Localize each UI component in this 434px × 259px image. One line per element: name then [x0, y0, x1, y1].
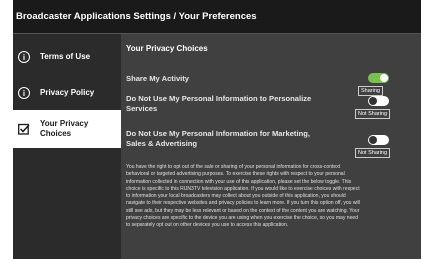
sidebar-item-privacy-policy[interactable]: i Privacy Policy: [13, 74, 121, 112]
share-activity-status: Sharing: [358, 86, 383, 96]
privacy-description: You have the right to opt out of the sal…: [126, 164, 360, 228]
setting-personalize-label: Do Not Use My Personal Information to Pe…: [126, 94, 312, 113]
main-panel: Your Privacy Choices Share My Activity S…: [121, 34, 421, 259]
setting-share-activity-label: Share My Activity: [126, 74, 190, 83]
personalize-services-toggle[interactable]: [368, 96, 389, 106]
sidebar-item-terms-of-use[interactable]: i Terms of Use: [13, 38, 121, 76]
share-activity-toggle[interactable]: [368, 73, 389, 83]
info-icon: i: [18, 87, 30, 99]
marketing-status: Not Sharing: [355, 148, 391, 158]
settings-window: Broadcaster Applications Settings / Your…: [13, 0, 421, 259]
marketing-toggle[interactable]: [368, 135, 389, 145]
info-icon: i: [18, 51, 30, 63]
sidebar: i Terms of Use i Privacy Policy Your Pri…: [13, 34, 121, 259]
sidebar-item-label: Terms of Use: [40, 52, 91, 61]
sidebar-item-label: Your Privacy Choices: [40, 119, 89, 138]
section-title: Your Privacy Choices: [126, 44, 208, 53]
page-title: Broadcaster Applications Settings / Your…: [16, 11, 257, 22]
sidebar-item-label: Privacy Policy: [40, 88, 95, 97]
personalize-services-status: Not Sharing: [355, 109, 391, 119]
sidebar-item-your-privacy-choices[interactable]: Your Privacy Choices: [13, 110, 121, 148]
checkbox-icon: [18, 123, 30, 135]
setting-marketing-label: Do Not Use My Personal Information for M…: [126, 129, 310, 148]
title-bar: Broadcaster Applications Settings / Your…: [13, 0, 421, 34]
